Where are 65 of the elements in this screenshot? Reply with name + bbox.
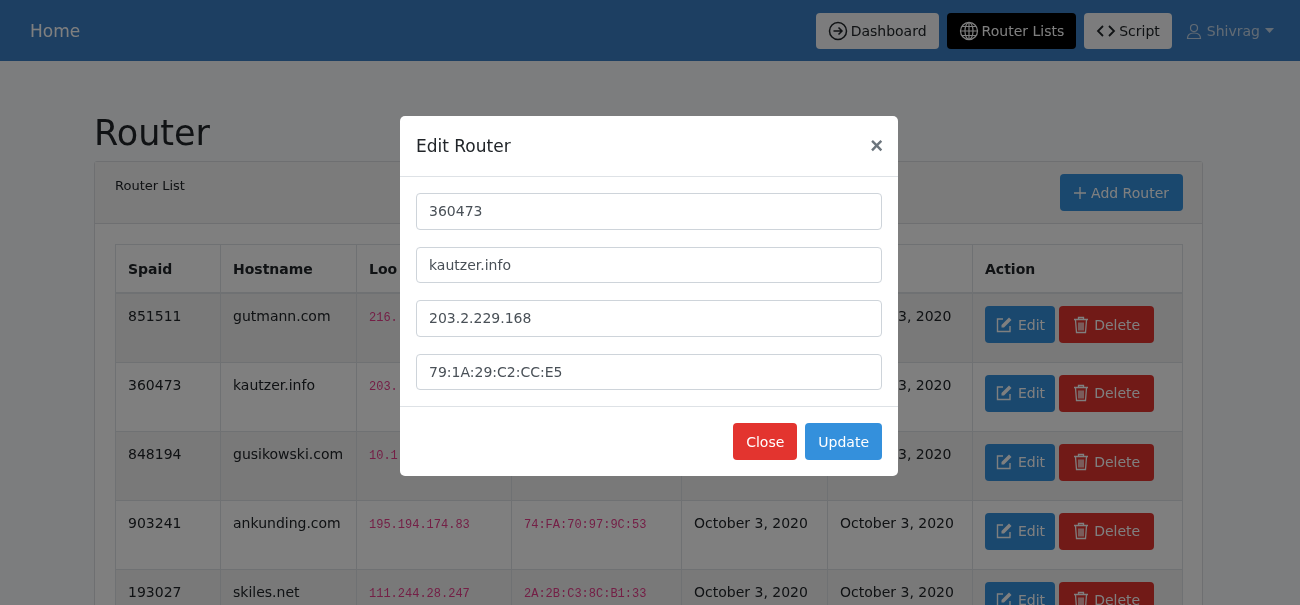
table-cell: 903241: [128, 514, 182, 531]
input-field[interactable]: 203.2.229.168: [416, 300, 882, 337]
edit-button[interactable]: Edit: [985, 306, 1056, 343]
table-cell: 216.: [369, 311, 398, 325]
input-field[interactable]: 79:1A:29:C2:CC:E5: [416, 353, 882, 390]
nav-button[interactable]: Script: [1084, 12, 1172, 49]
edit-button[interactable]: Edit: [985, 512, 1056, 550]
input-field[interactable]: kautzer.info: [416, 246, 882, 283]
table-cell: 851511: [128, 308, 182, 324]
edit-button[interactable]: Edit: [985, 581, 1056, 605]
delete-button[interactable]: Delete: [1059, 374, 1155, 412]
trash-icon: [1073, 591, 1090, 605]
table-cell: 203.: [369, 379, 398, 394]
trash-icon: [1073, 453, 1090, 471]
table-cell: 3, 2020: [898, 376, 952, 393]
plus-icon: [1074, 186, 1087, 199]
arrow-circle-icon: [827, 20, 848, 41]
nav-button[interactable]: Dashboard: [815, 12, 939, 49]
input-field[interactable]: 360473: [416, 193, 882, 230]
user-menu[interactable]: Shivrag: [1179, 22, 1280, 39]
table-cell: 848194: [128, 445, 182, 462]
table-cell: 74:FA:70:97:9C:53: [524, 517, 647, 532]
table-cell: 111.244.28.247: [369, 586, 470, 601]
trash-icon: [1073, 384, 1090, 402]
edit-button[interactable]: Edit: [985, 374, 1056, 412]
table-cell: October 3, 2020: [694, 583, 808, 600]
trash-icon: [1073, 315, 1090, 334]
delete-button[interactable]: Delete: [1059, 512, 1155, 550]
pencil-square-icon: [995, 453, 1013, 471]
table-cell: 3, 2020: [898, 445, 952, 462]
nav-button[interactable]: Router Lists: [946, 12, 1077, 49]
edit-button[interactable]: Edit: [985, 443, 1056, 481]
table-cell: 3, 2020: [898, 308, 952, 324]
delete-button[interactable]: Delete: [1059, 581, 1155, 605]
pencil-square-icon: [995, 522, 1013, 540]
card-title: Router List: [115, 178, 185, 193]
pencil-square-icon: [995, 591, 1013, 605]
globe-icon: [958, 20, 979, 41]
table-cell: 10.1: [369, 448, 398, 463]
page-title: Router: [94, 113, 210, 153]
table-cell: gusikowski.com: [233, 445, 344, 462]
table-cell: ankunding.com: [233, 514, 341, 531]
table-cell: 2A:2B:C3:8C:B1:33: [524, 586, 647, 601]
caret-icon: [1265, 28, 1274, 33]
table-cell: October 3, 2020: [840, 514, 954, 531]
table-cell: skiles.net: [233, 583, 300, 600]
close-button[interactable]: Close: [733, 423, 798, 460]
table-cell: October 3, 2020: [694, 514, 808, 531]
table-cell: 360473: [128, 376, 182, 393]
dialog-title: Edit Router: [416, 136, 511, 156]
pencil-square-icon: [995, 315, 1013, 334]
update-button[interactable]: Update: [805, 423, 882, 460]
add-router-button[interactable]: Add Router: [1060, 174, 1183, 211]
table-cell: October 3, 2020: [840, 583, 954, 600]
delete-button[interactable]: Delete: [1059, 443, 1155, 481]
table-cell: 193027: [128, 583, 182, 600]
trash-icon: [1073, 522, 1090, 540]
user-icon: [1185, 22, 1202, 39]
home-link[interactable]: Home: [30, 20, 81, 41]
close-button[interactable]: ×: [870, 135, 883, 157]
table-cell: kautzer.info: [233, 376, 315, 393]
delete-button[interactable]: Delete: [1059, 306, 1155, 343]
table-cell: gutmann.com: [233, 308, 331, 324]
pencil-square-icon: [995, 384, 1013, 402]
table-cell: 195.194.174.83: [369, 517, 470, 532]
